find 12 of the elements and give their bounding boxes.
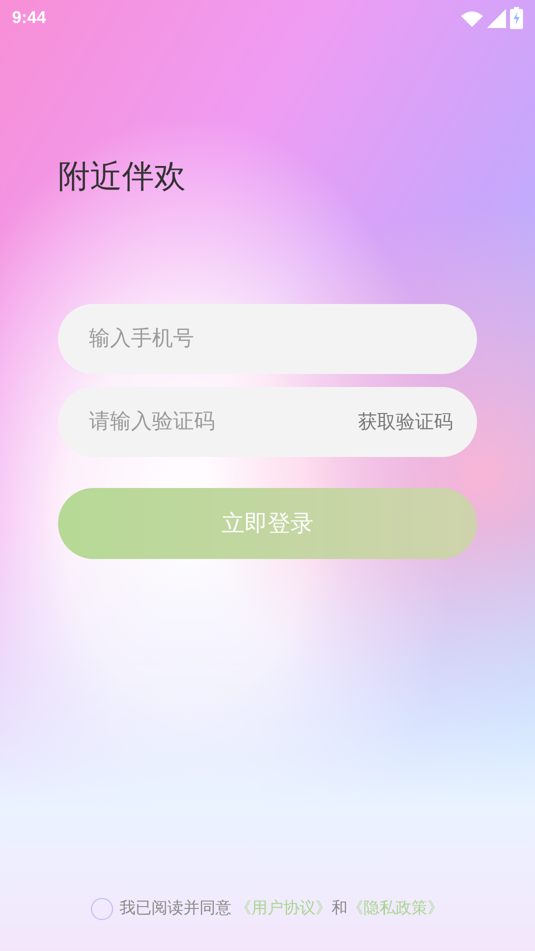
status-time: 9:44 [12,7,46,30]
battery-icon [510,7,523,29]
agree-checkbox[interactable] [91,898,114,920]
agreement-link[interactable]: 《用户协议》 [236,900,332,917]
get-code-button[interactable]: 获取验证码 [358,409,453,438]
agreement-link[interactable]: 《隐私政策》 [348,900,444,917]
app-title: 附近伴欢 [58,160,187,192]
phone-field[interactable]: 输入手机号 [58,304,477,374]
wifi-icon [461,10,483,26]
agreement-text: 我已阅读并同意 《用户协议》和《隐私政策》 [119,898,444,919]
signal-icon [487,8,506,28]
login-button[interactable]: 立即登录 [58,488,477,559]
